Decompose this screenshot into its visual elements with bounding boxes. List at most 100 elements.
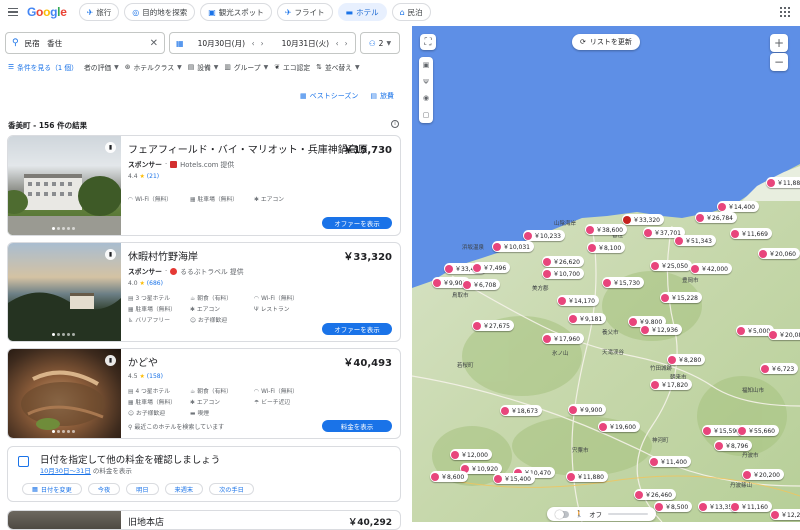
zoom-in-button[interactable]: + (770, 34, 788, 52)
prev-checkout-icon[interactable]: ‹ (336, 39, 339, 48)
hotel-card[interactable]: ▮ 休暇村竹野海岸 ￥33,320 スポンサー · るるぶトラベル 提供 4.0 … (7, 242, 401, 342)
hotel-price-pin[interactable]: ￥26,784 (695, 212, 737, 223)
hotel-price-pin[interactable]: ￥55,660 (737, 425, 779, 436)
change-dates-chip[interactable]: ▦ 日付を変更 (22, 483, 82, 495)
travel-cost-link[interactable]: ▤ 旅費 (370, 89, 394, 103)
view-offers-button[interactable]: オファーを表示 (322, 323, 392, 335)
guests-selector[interactable]: ⚇ 2 ▼ (360, 32, 400, 54)
hotel-price-pin[interactable]: ￥33,320 (622, 214, 664, 225)
hotel-price-pin[interactable]: ￥26,620 (542, 256, 584, 267)
bookmark-icon[interactable]: ▮ (105, 355, 116, 366)
hotel-price-pin[interactable]: ￥17,820 (650, 379, 692, 390)
hotel-price-pin[interactable]: ￥19,600 (598, 421, 640, 432)
hotel-photo[interactable] (8, 511, 121, 529)
hotel-price-pin[interactable]: ￥6,708 (462, 279, 501, 290)
street-view-toggle[interactable]: 🚶 オフ (547, 507, 657, 521)
camera-icon[interactable]: ◉ (423, 94, 429, 102)
next-chip[interactable]: 次の手日 (209, 483, 254, 495)
google-logo[interactable]: Google (27, 5, 67, 19)
hotel-price-pin[interactable]: ￥11,880 (766, 177, 800, 188)
view-offers-button[interactable]: オファーを表示 (322, 217, 392, 229)
review-count[interactable]: (21) (147, 173, 159, 180)
hotel-price-pin[interactable]: ￥6,723 (760, 363, 799, 374)
hotel-price-pin[interactable]: ￥38,600 (585, 224, 627, 235)
tab-attractions[interactable]: ▣ 観光スポット (200, 3, 272, 21)
hotel-photo[interactable]: ▮ (8, 349, 121, 438)
refresh-list-button[interactable]: ⟳ リストを更新 (572, 34, 640, 50)
hotel-price-pin[interactable]: ￥11,400 (649, 456, 691, 467)
tonight-chip[interactable]: 今夜 (87, 483, 121, 495)
tab-hotels[interactable]: ▬ ホテル (337, 3, 387, 21)
review-count[interactable]: (686) (147, 280, 163, 287)
hotel-price-pin[interactable]: ￥17,960 (542, 333, 584, 344)
hotel-price-pin[interactable]: ￥27,675 (472, 320, 514, 331)
hotel-price-pin[interactable]: ￥20,081 (768, 329, 800, 340)
tab-explore[interactable]: ◎ 目的地を探索 (124, 3, 196, 21)
hotel-price-pin[interactable]: ￥12,200 (770, 509, 800, 520)
hotel-price-pin[interactable]: ￥8,280 (667, 354, 706, 365)
hotel-price-pin[interactable]: ￥8,100 (587, 242, 626, 253)
tab-flights[interactable]: ✈ フライト (276, 3, 333, 21)
info-icon[interactable]: i (391, 120, 399, 128)
date-picker[interactable]: ▦ 10月30日(月) ‹ › 10月31日(火) ‹ › (169, 32, 356, 54)
next-weekend-chip[interactable]: 来週末 (164, 483, 204, 495)
brand-filter[interactable]: ▥ グループ ▼ (224, 62, 268, 72)
hotel-price-pin[interactable]: ￥14,400 (717, 201, 759, 212)
bookmark-icon[interactable]: ▮ (105, 249, 116, 260)
hotel-price-pin[interactable]: ￥14,170 (557, 295, 599, 306)
tab-vacation-rentals[interactable]: ⌂ 民泊 (391, 3, 431, 21)
hotel-price-pin[interactable]: ￥15,730 (602, 277, 644, 288)
slider-icon[interactable] (608, 513, 649, 515)
map[interactable]: ⛶ ⟳ リストを更新 + − ▣ Ψ ◉ ▢ 浜坂温泉 香住 山陰海岸 美方郡 豊岡市 養父… (412, 26, 800, 522)
checkout-date[interactable]: 10月31日(火) (282, 38, 330, 49)
eco-filter[interactable]: ❦ エコ認定 (274, 62, 310, 72)
hotel-price-pin[interactable]: ￥18,673 (500, 405, 542, 416)
rating-filter[interactable]: 者の評価 ▼ (84, 62, 119, 73)
hotel-price-pin[interactable]: ￥42,000 (690, 263, 732, 274)
hotel-card[interactable]: ▮ かどや ￥40,493 4.5 ★ (158) ▤ 4 つ星ホテル ☕ 朝食（有… (7, 348, 401, 439)
shopping-icon[interactable]: ▢ (423, 111, 430, 119)
hotel-photo[interactable]: ▮ (8, 243, 121, 341)
location-search-input[interactable]: ⚲ 民宿 香住 ✕ (5, 32, 165, 54)
view-prices-button[interactable]: 料金を表示 (322, 420, 392, 432)
hotel-price-pin[interactable]: ￥12,000 (450, 449, 492, 460)
hotel-price-pin[interactable]: ￥9,900 (568, 404, 607, 415)
hotel-card[interactable]: 旧地本店 ￥40,292 (7, 510, 401, 530)
hotel-price-pin[interactable]: ￥11,160 (730, 501, 772, 512)
tomorrow-chip[interactable]: 明日 (126, 483, 159, 495)
sort-filter[interactable]: ⇅ 並べ替え ▼ (316, 62, 360, 72)
hotel-price-pin[interactable]: ￥15,228 (660, 292, 702, 303)
hotel-price-pin[interactable]: ￥10,031 (492, 241, 534, 252)
fullscreen-icon[interactable]: ⛶ (420, 34, 436, 50)
bookmark-icon[interactable]: ▮ (105, 142, 116, 153)
hotel-card[interactable]: ▮ フェアフィールド・バイ・マリオット・兵庫神鍋高原 ￥15,730 スポンサー… (7, 135, 401, 236)
hotel-price-pin[interactable]: ￥11,669 (730, 228, 772, 239)
restaurant-icon[interactable]: Ψ (423, 78, 429, 86)
hotel-class-filter[interactable]: ⊛ ホテルクラス ▼ (125, 62, 182, 72)
hotel-price-pin[interactable]: ￥8,796 (714, 440, 753, 451)
all-filters-button[interactable]: ☰ 条件を見る（1 個） (8, 62, 78, 72)
clear-icon[interactable]: ✕ (150, 38, 158, 49)
tab-travel[interactable]: ✈ 旅行 (78, 3, 120, 21)
hotel-price-pin[interactable]: ￥15,400 (493, 473, 535, 484)
hotel-price-pin[interactable]: ￥8,500 (654, 501, 693, 512)
hotel-price-pin[interactable]: ￥9,181 (568, 313, 607, 324)
hotel-price-pin[interactable]: ￥11,880 (566, 471, 608, 482)
hotel-price-pin[interactable]: ￥20,200 (742, 469, 784, 480)
zoom-out-button[interactable]: − (770, 53, 788, 71)
next-checkout-icon[interactable]: › (345, 39, 348, 48)
checkin-date[interactable]: 10月30日(月) (198, 38, 246, 49)
best-season-link[interactable]: ▦ ベストシーズン (300, 89, 358, 103)
hotel-price-pin[interactable]: ￥20,060 (758, 248, 800, 259)
hotel-photo[interactable]: ▮ (8, 136, 122, 235)
apps-grid-icon[interactable] (780, 7, 790, 17)
hotel-price-pin[interactable]: ￥10,700 (542, 268, 584, 279)
menu-icon[interactable] (8, 8, 18, 16)
hotel-price-pin[interactable]: ￥25,050 (650, 260, 692, 271)
hotel-price-pin[interactable]: ￥10,233 (523, 230, 565, 241)
hotel-price-pin[interactable]: ￥51,343 (674, 235, 716, 246)
toggle-switch[interactable] (555, 509, 569, 519)
transit-icon[interactable]: ▣ (423, 61, 430, 69)
review-count[interactable]: (158) (147, 373, 163, 380)
amenities-filter[interactable]: ▤ 設備 ▼ (188, 62, 219, 72)
